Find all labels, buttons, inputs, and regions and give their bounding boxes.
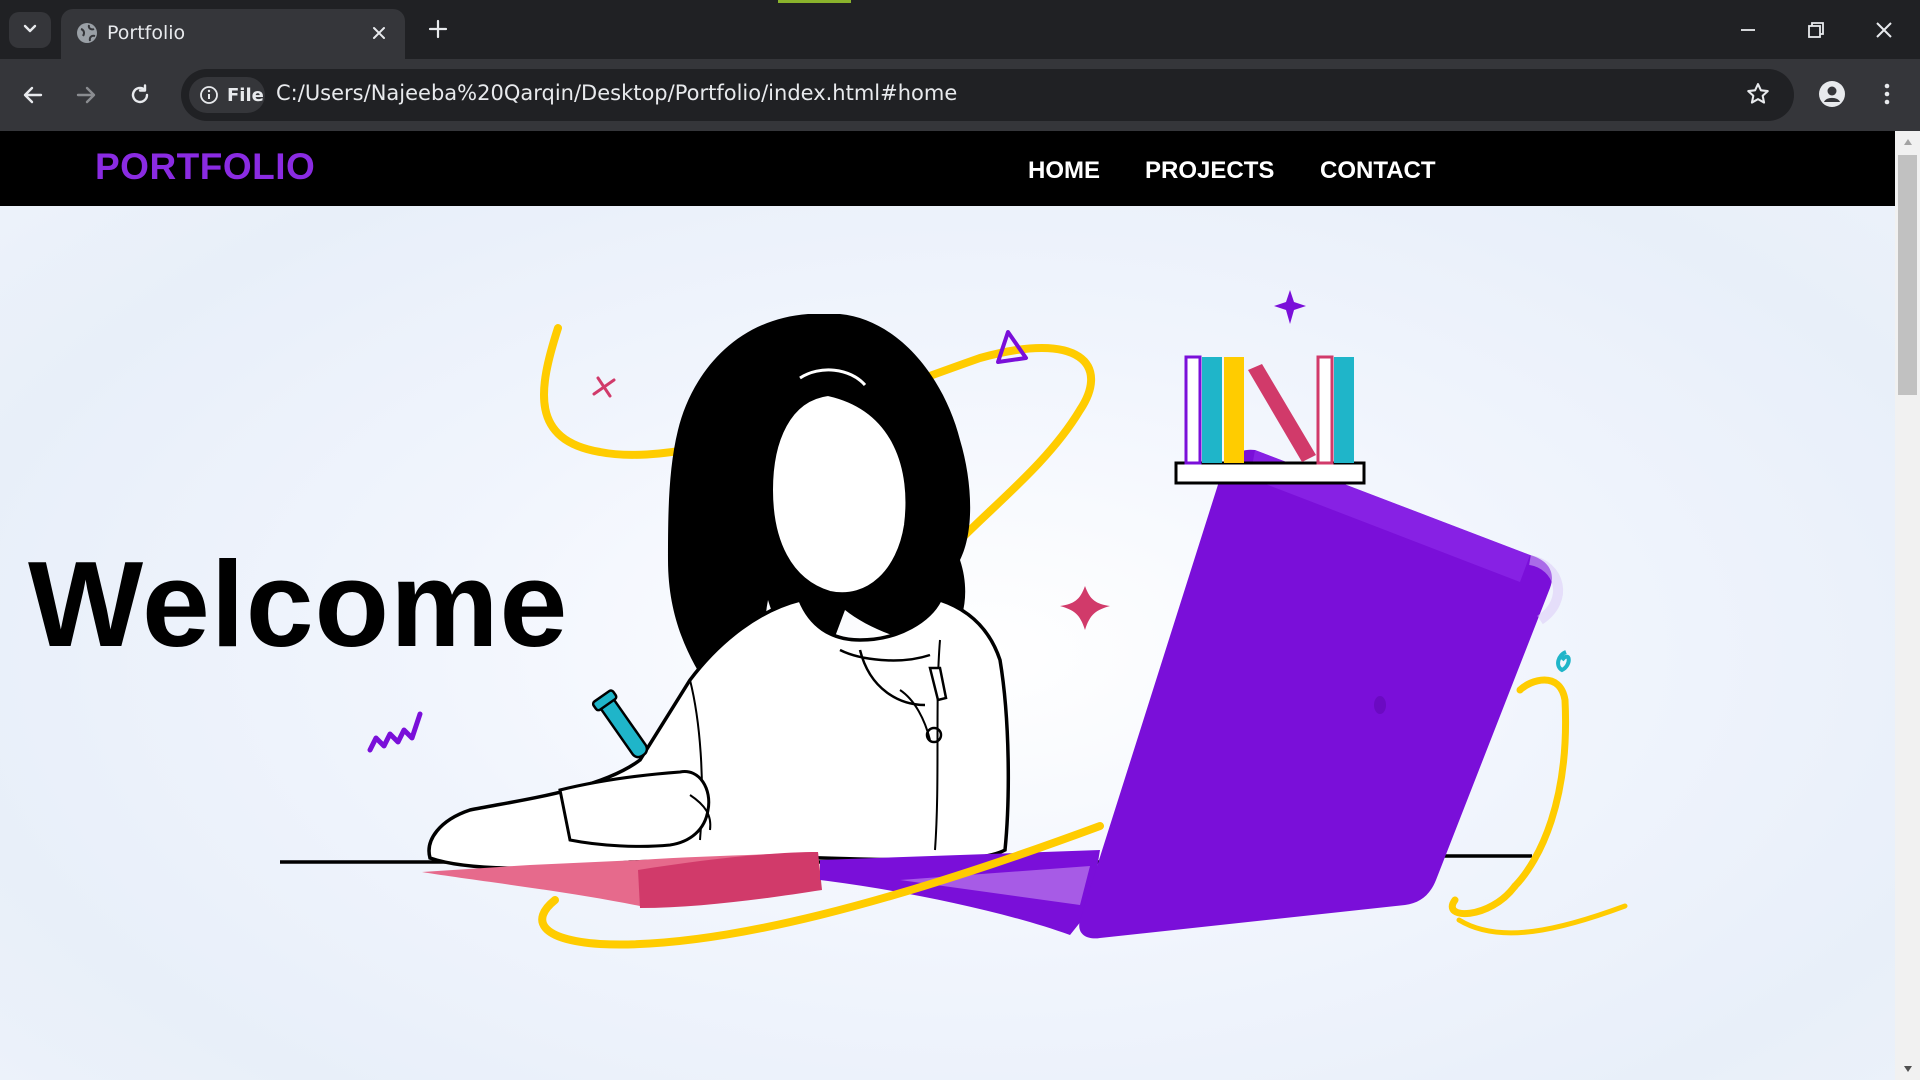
address-bar[interactable]: File C:/Users/Najeeba%20Qarqin/Desktop/P… [181, 69, 1794, 121]
plus-icon [428, 19, 448, 39]
back-button[interactable] [13, 75, 53, 115]
new-tab-button[interactable] [423, 14, 453, 44]
tab-close-button[interactable] [366, 20, 392, 46]
cross-pink [592, 376, 616, 398]
writing-hand [558, 770, 711, 848]
site-navbar: PORTFOLIO HOME PROJECTS CONTACT [0, 131, 1895, 206]
tab-strip: Portfolio [0, 0, 1920, 59]
restore-icon [1808, 22, 1824, 38]
arrow-right-icon [76, 86, 96, 104]
sparkle-purple [1274, 290, 1306, 324]
close-icon [373, 27, 385, 39]
site-info-label: File [227, 84, 264, 106]
reload-icon [131, 84, 149, 104]
pen [591, 689, 649, 759]
person-icon [1819, 81, 1845, 107]
chevron-down-icon [21, 19, 39, 42]
globe-icon [75, 21, 99, 45]
close-icon [1876, 22, 1892, 38]
close-window-button[interactable] [1854, 8, 1914, 52]
reload-button[interactable] [120, 75, 160, 115]
scroll-down-button[interactable] [1895, 1058, 1920, 1080]
sparkle-pink [1060, 586, 1110, 630]
page-viewport: PORTFOLIO HOME PROJECTS CONTACT Welcome [0, 131, 1895, 1080]
minimize-icon [1741, 29, 1755, 31]
minimize-button[interactable] [1718, 8, 1778, 52]
info-icon [200, 86, 218, 104]
site-info-chip[interactable]: File [189, 77, 265, 113]
scroll-up-button[interactable] [1895, 131, 1920, 153]
forward-button[interactable] [66, 75, 106, 115]
bookshelf [1174, 461, 1366, 485]
url-text[interactable]: C:/Users/Najeeba%20Qarqin/Desktop/Portfo… [276, 81, 957, 105]
caret-up-icon [1903, 139, 1912, 145]
bookmark-button[interactable] [1740, 76, 1776, 112]
browser-menu-button[interactable] [1872, 76, 1902, 112]
hero-heading: Welcome [28, 536, 569, 672]
arrow-left-icon [23, 86, 43, 104]
nav-home-link[interactable]: HOME [1028, 157, 1100, 185]
tab-search-button[interactable] [9, 12, 51, 48]
laptop-screen [1079, 449, 1552, 939]
star-icon [1747, 83, 1769, 104]
page-scrollbar[interactable] [1895, 131, 1920, 1080]
nav-contact-link[interactable]: CONTACT [1320, 157, 1436, 185]
tab-strip-accent [778, 0, 851, 3]
profile-button[interactable] [1814, 76, 1850, 112]
site-logo[interactable]: PORTFOLIO [95, 146, 315, 188]
browser-tab[interactable]: Portfolio [61, 9, 405, 59]
squiggle-purple [367, 711, 423, 753]
restore-button[interactable] [1786, 8, 1846, 52]
caret-down-icon [1903, 1066, 1912, 1072]
scroll-thumb[interactable] [1898, 155, 1917, 395]
swirl-teal [1556, 650, 1571, 673]
browser-toolbar: File C:/Users/Najeeba%20Qarqin/Desktop/P… [0, 59, 1920, 131]
nav-projects-link[interactable]: PROJECTS [1145, 157, 1274, 185]
tab-title: Portfolio [107, 22, 186, 44]
kebab-icon [1884, 83, 1890, 105]
